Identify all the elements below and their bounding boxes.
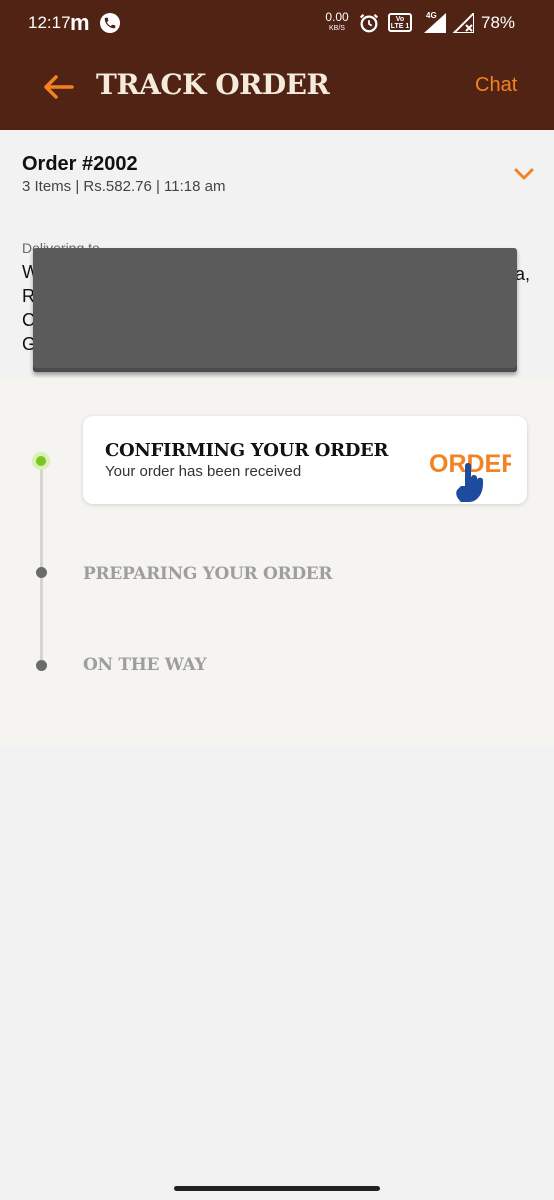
status-bar: 12:17 m 0.00 KB/S Vo LTE 1 4G 78%: [0, 0, 554, 46]
step-indicator-active: [32, 452, 50, 470]
step-card-confirming: CONFIRMING YOUR ORDER Your order has bee…: [83, 416, 527, 504]
order-summary: Order #2002 3 Items | Rs.582.76 | 11:18 …: [0, 130, 554, 378]
order-tracking: CONFIRMING YOUR ORDER Your order has bee…: [0, 378, 554, 746]
order-hand-icon: ORDER: [429, 450, 511, 502]
order-meta: 3 Items | Rs.582.76 | 11:18 am: [22, 178, 226, 195]
volte-icon: Vo LTE 1: [388, 13, 412, 32]
signal-strength-icon: [422, 13, 446, 38]
chevron-down-icon: [514, 168, 534, 180]
step-title-preparing: PREPARING YOUR ORDER: [83, 564, 333, 584]
signal-no-sim-icon: [451, 10, 475, 38]
back-button[interactable]: [36, 64, 80, 108]
step-title-on-the-way: ON THE WAY: [83, 655, 207, 675]
network-speed: 0.00 KB/S: [324, 10, 350, 34]
step-indicator: [36, 567, 47, 578]
timeline-line: [40, 462, 43, 666]
step-indicator: [36, 660, 47, 671]
home-indicator[interactable]: [174, 1186, 380, 1191]
speed-value: 0.00: [325, 10, 349, 24]
app-bar: TRACK ORDER Chat: [0, 46, 554, 130]
speed-unit: KB/S: [329, 25, 345, 32]
arrow-left-icon: [44, 75, 74, 99]
step-title: CONFIRMING YOUR ORDER: [105, 440, 389, 461]
redaction-box: [33, 248, 517, 372]
expand-order-button[interactable]: [510, 162, 538, 184]
address-line-end: a,: [515, 264, 531, 284]
phone-icon: [100, 13, 120, 33]
status-time: 12:17: [28, 13, 71, 32]
page-title: TRACK ORDER: [96, 68, 330, 101]
carrier-m-icon: m: [70, 10, 90, 35]
chat-button[interactable]: Chat: [475, 74, 517, 97]
step-subtitle: Your order has been received: [105, 463, 302, 480]
order-number: Order #2002: [22, 153, 138, 175]
battery-level: 78%: [481, 13, 516, 32]
alarm-icon: [358, 12, 380, 39]
